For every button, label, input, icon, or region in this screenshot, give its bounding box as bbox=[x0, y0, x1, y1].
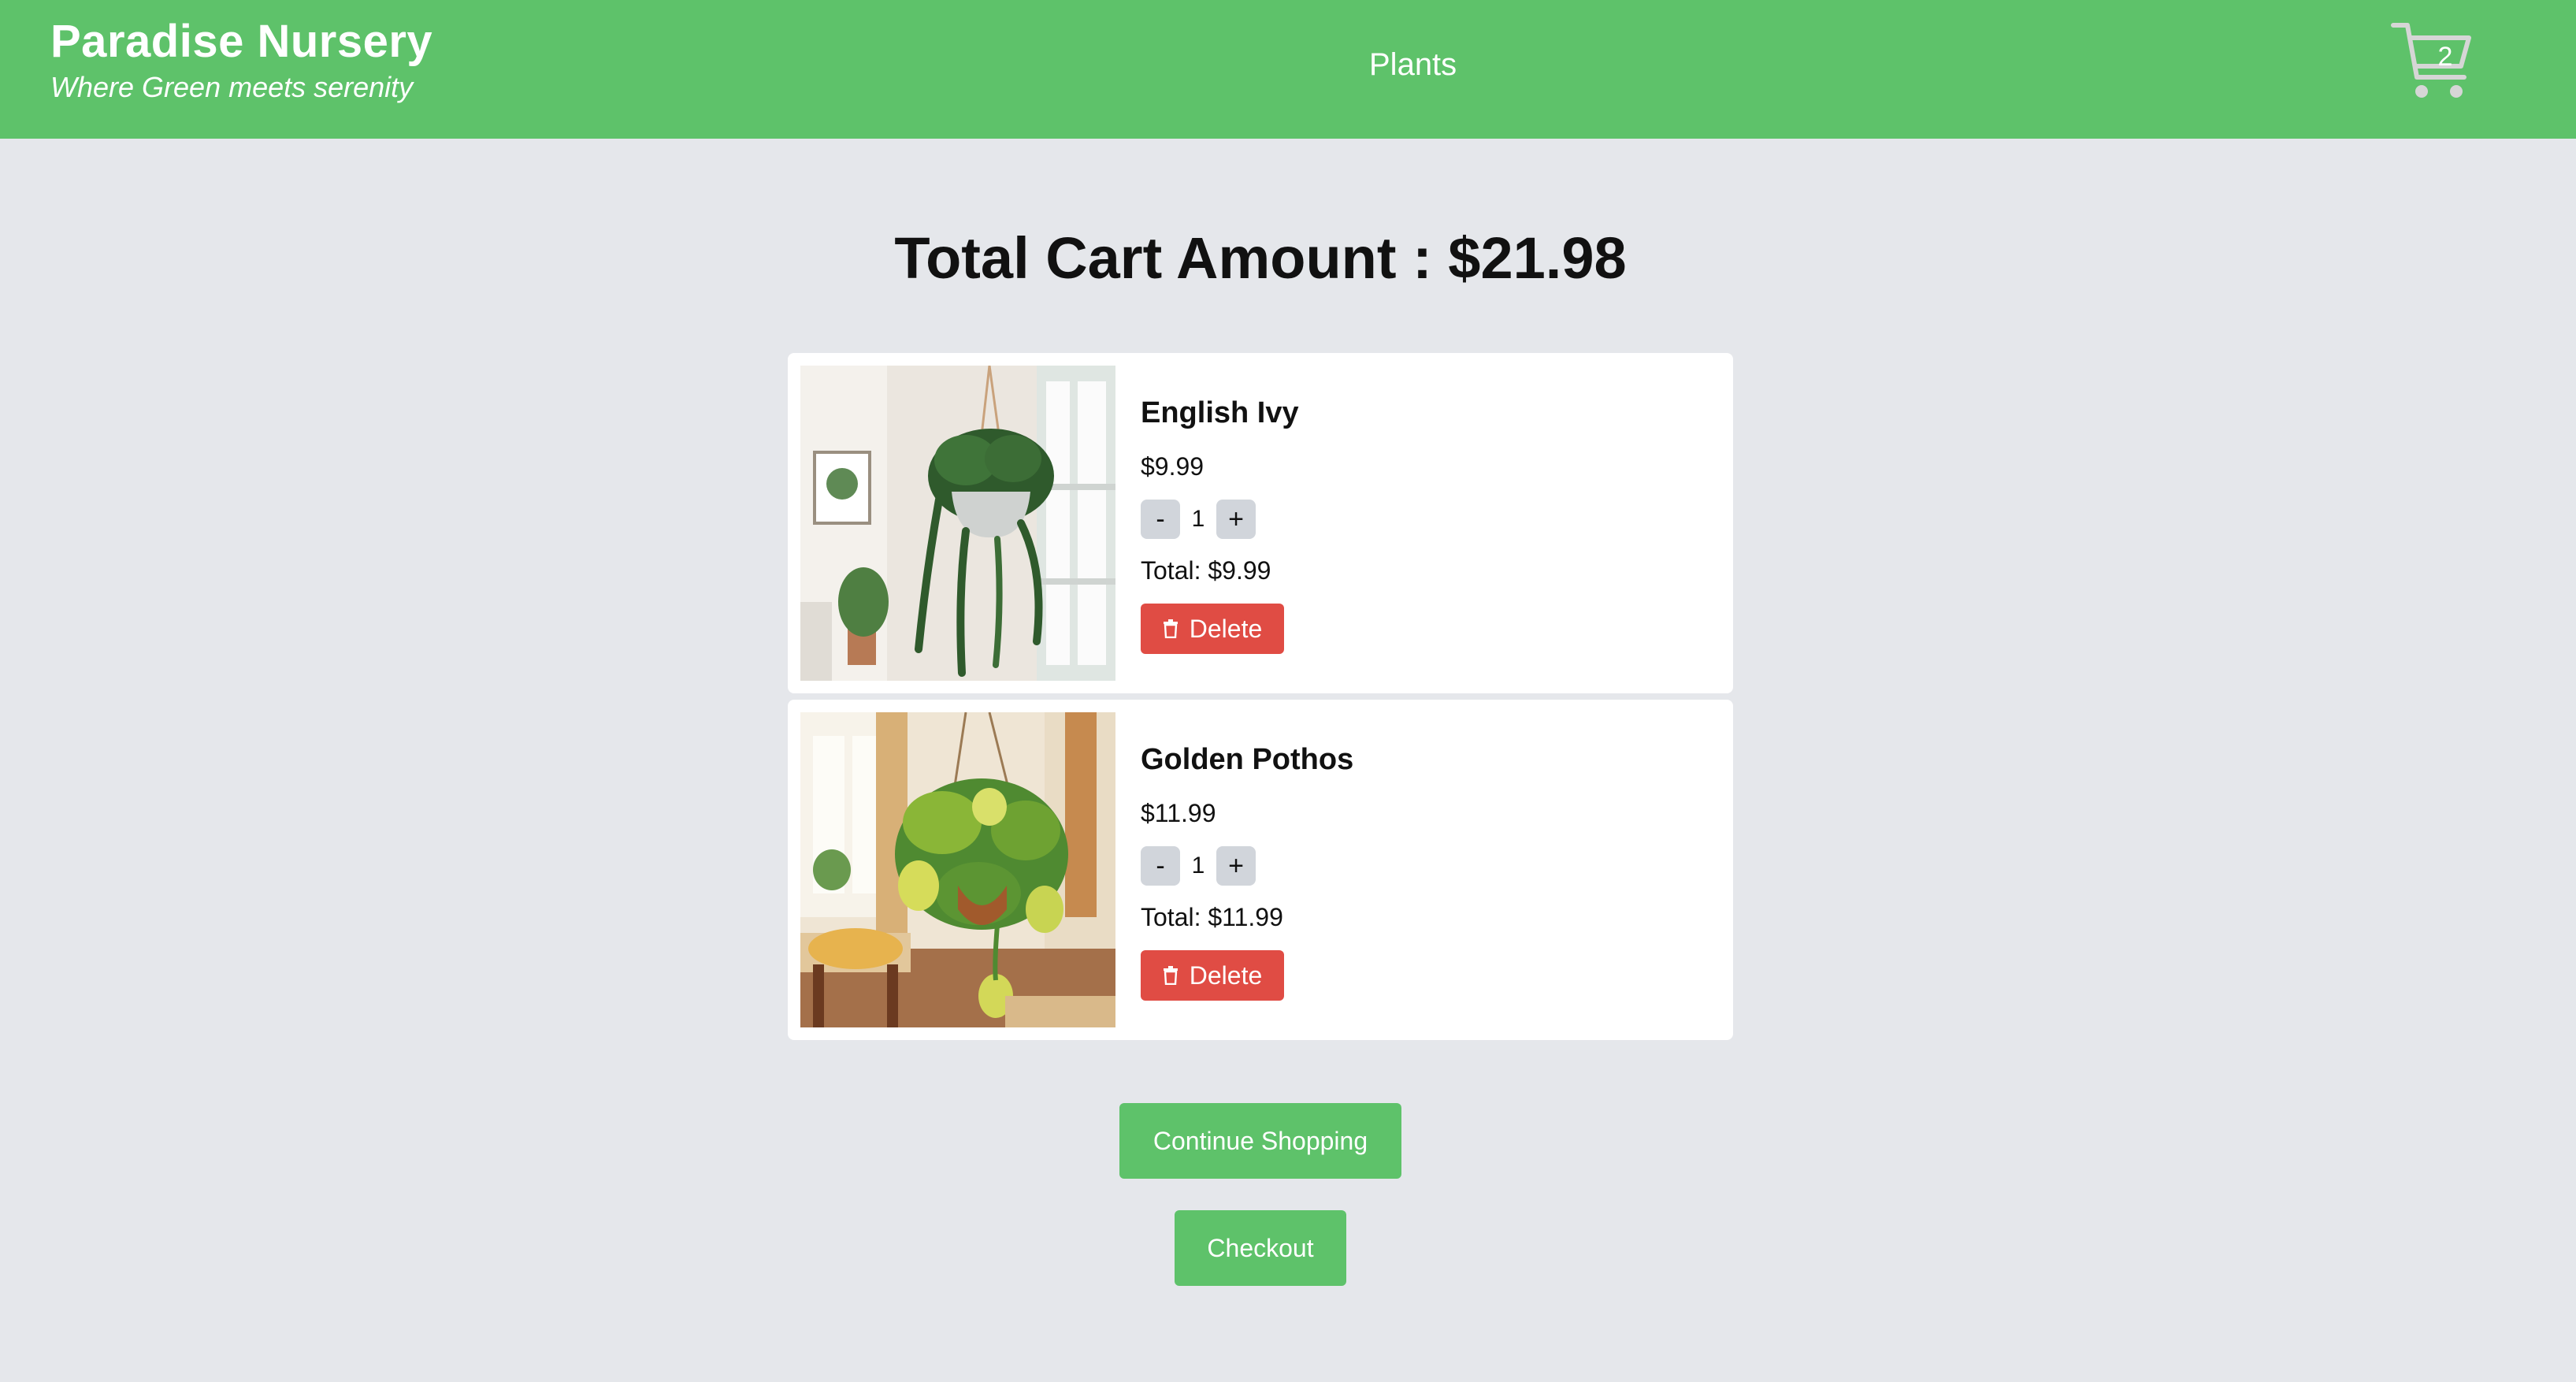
brand-tagline: Where Green meets serenity bbox=[50, 71, 414, 103]
english-ivy-photo bbox=[800, 366, 1115, 681]
decrement-quantity-button[interactable]: - bbox=[1141, 500, 1180, 539]
increment-quantity-button[interactable]: + bbox=[1216, 846, 1256, 886]
cart-total-heading: Total Cart Amount : $21.98 bbox=[894, 225, 1627, 291]
decrement-quantity-button[interactable]: - bbox=[1141, 846, 1180, 886]
trash-icon bbox=[1163, 619, 1178, 638]
item-price: $11.99 bbox=[1141, 799, 1216, 827]
delete-label: Delete bbox=[1189, 614, 1263, 643]
quantity-stepper: - 1 + bbox=[1141, 846, 1256, 886]
quantity-stepper: - 1 + bbox=[1141, 500, 1256, 539]
item-price: $9.99 bbox=[1141, 452, 1204, 481]
delete-item-button[interactable]: Delete bbox=[1141, 950, 1284, 1001]
brand-title: Paradise Nursery bbox=[50, 16, 433, 67]
item-name: Golden Pothos bbox=[1141, 743, 1354, 776]
item-name: English Ivy bbox=[1141, 396, 1299, 429]
trash-icon bbox=[1163, 966, 1178, 985]
delete-item-button[interactable]: Delete bbox=[1141, 604, 1284, 654]
quantity-value: 1 bbox=[1191, 506, 1205, 532]
cart-button[interactable]: 2 bbox=[2390, 20, 2475, 102]
increment-quantity-button[interactable]: + bbox=[1216, 500, 1256, 539]
cart-item: Golden Pothos $11.99 - 1 + Total: $11.99… bbox=[788, 700, 1733, 1040]
cart-item: English Ivy $9.99 - 1 + Total: $9.99 Del… bbox=[788, 353, 1733, 693]
item-total: Total: $9.99 bbox=[1141, 556, 1271, 585]
delete-label: Delete bbox=[1189, 960, 1263, 990]
item-total: Total: $11.99 bbox=[1141, 903, 1283, 931]
continue-shopping-button[interactable]: Continue Shopping bbox=[1119, 1103, 1401, 1179]
nav-link-plants[interactable]: Plants bbox=[1369, 43, 1457, 87]
checkout-button[interactable]: Checkout bbox=[1175, 1210, 1346, 1286]
quantity-value: 1 bbox=[1191, 853, 1205, 879]
golden-pothos-photo bbox=[800, 712, 1115, 1027]
top-navbar: Paradise Nursery Where Green meets seren… bbox=[0, 0, 2576, 139]
cart-count-badge: 2 bbox=[2437, 42, 2453, 72]
brand[interactable]: Paradise Nursery Where Green meets seren… bbox=[50, 14, 432, 106]
